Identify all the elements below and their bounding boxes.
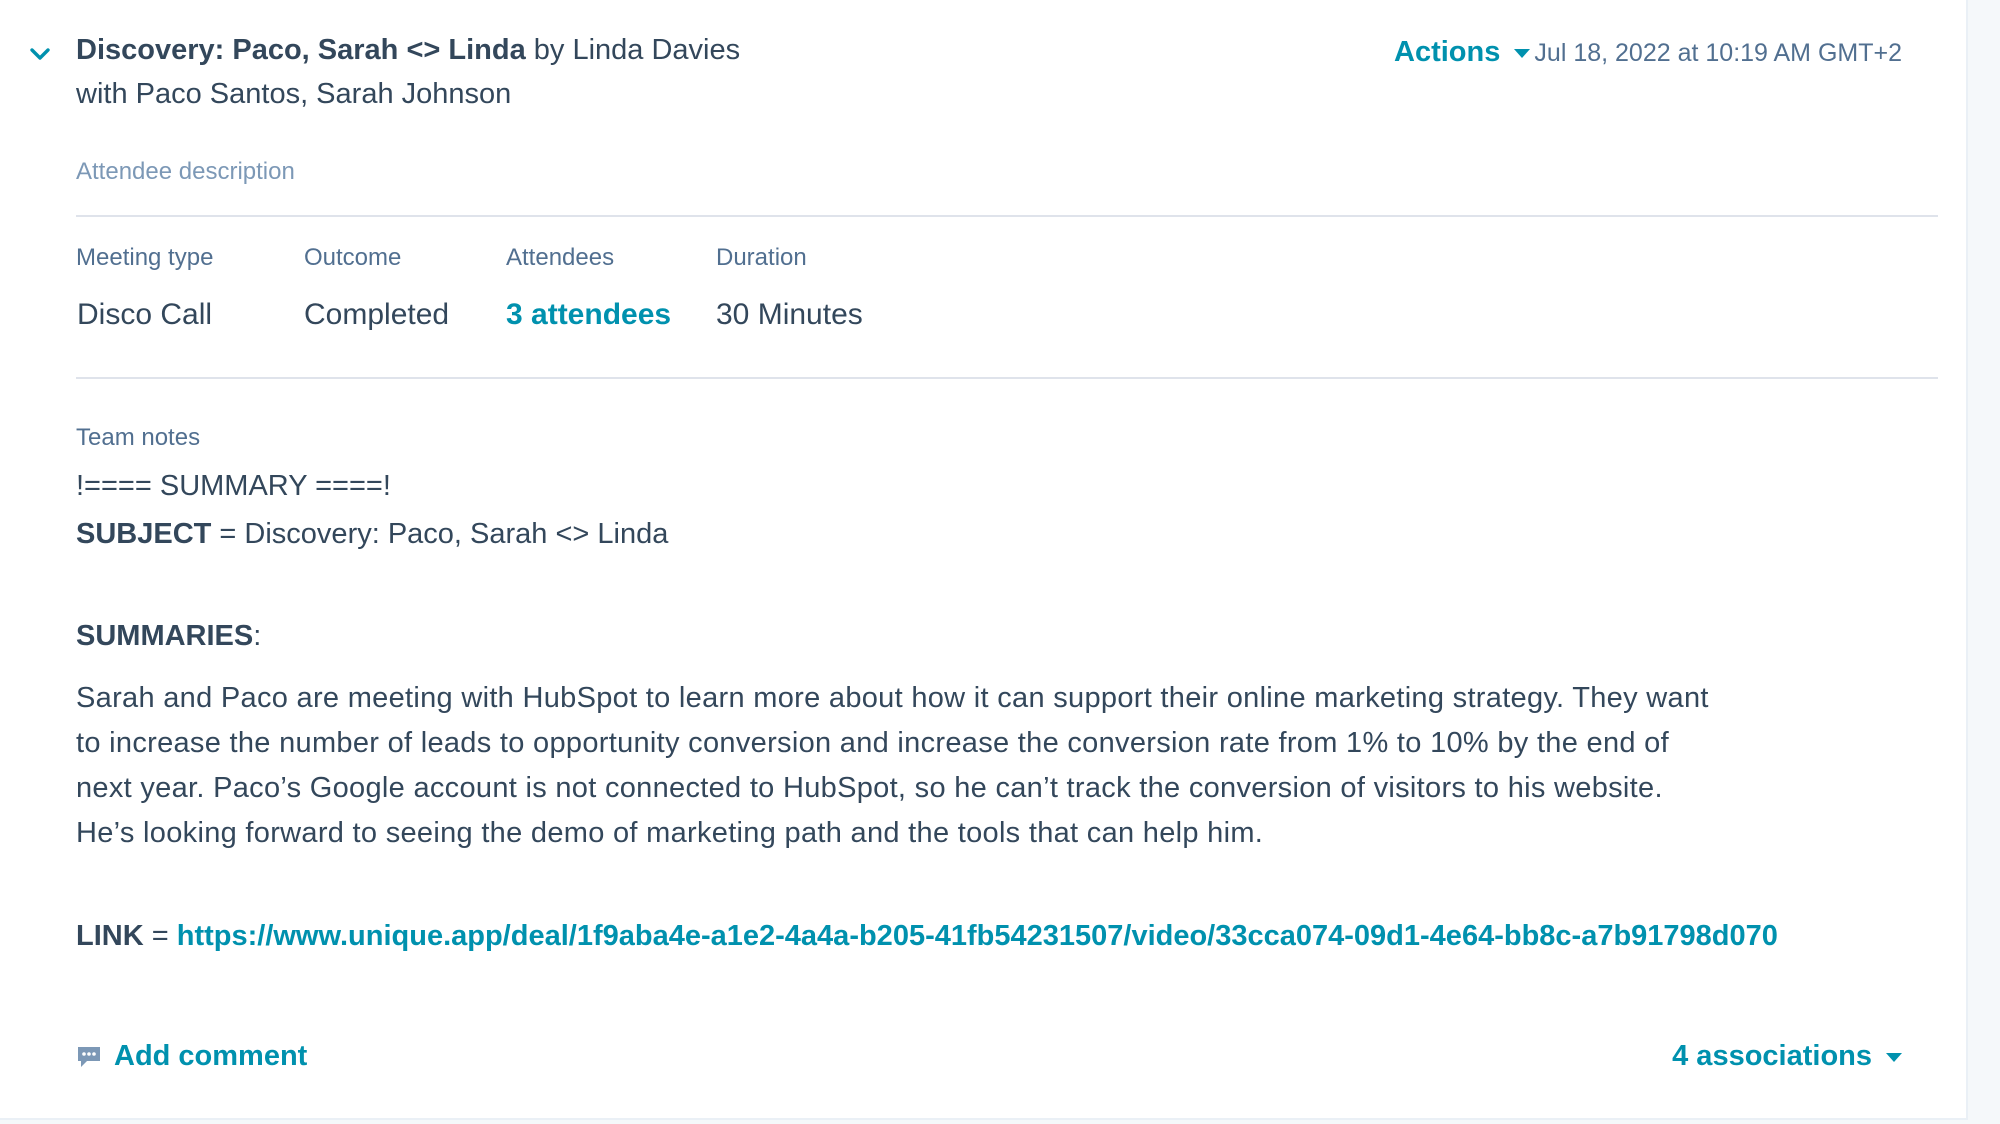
participants-line: with Paco Santos, Sarah Johnson — [76, 78, 512, 110]
meeting-activity-card: Discovery: Paco, Sarah <> Linda by Linda… — [0, 0, 1968, 1120]
comment-icon — [78, 1046, 100, 1067]
activity-timestamp: Jul 18, 2022 at 10:19 AM GMT+2 — [1534, 39, 1902, 67]
summary-line: He’s looking forward to seeing the demo … — [76, 817, 1264, 849]
link-separator: = — [143, 920, 177, 952]
summary-paragraph: Sarah and Paco are meeting with HubSpot … — [76, 676, 1876, 856]
attendees-label: Attendees — [506, 244, 615, 271]
summaries-heading: SUMMARIES: — [76, 620, 261, 653]
team-notes-label: Team notes — [76, 424, 201, 451]
associations-dropdown[interactable]: 4 associations — [1672, 1040, 1902, 1073]
actions-dropdown[interactable]: Actions — [1394, 34, 1531, 70]
meeting-type-value[interactable]: Disco Call — [77, 298, 212, 332]
summary-header: !==== SUMMARY ====! — [76, 470, 391, 502]
associations-label: 4 associations — [1672, 1040, 1872, 1072]
duration-label: Duration — [716, 244, 807, 271]
chevron-down-icon[interactable] — [28, 42, 52, 66]
by-prefix: by — [525, 34, 573, 66]
subject-key: SUBJECT — [76, 518, 212, 550]
attendee-description-label: Attendee description — [76, 158, 295, 185]
summary-line: to increase the number of leads to oppor… — [76, 727, 1669, 759]
summary-line: next year. Paco’s Google account is not … — [76, 772, 1663, 804]
add-comment-button[interactable]: Add comment — [76, 1040, 307, 1073]
activity-title: Discovery: Paco, Sarah <> Linda by Linda… — [76, 32, 740, 68]
subject-line: SUBJECT = Discovery: Paco, Sarah <> Lind… — [76, 518, 668, 551]
summaries-colon: : — [253, 620, 262, 652]
summary-line: Sarah and Paco are meeting with HubSpot … — [76, 682, 1709, 714]
summaries-key: SUMMARIES — [76, 620, 254, 652]
meeting-type-label: Meeting type — [76, 244, 214, 271]
divider-bottom — [76, 377, 1938, 379]
caret-down-icon — [1514, 48, 1531, 58]
video-link[interactable]: https://www.unique.app/deal/1f9aba4e-a1e… — [177, 920, 1778, 952]
caret-down-icon — [1886, 1053, 1902, 1062]
subject-value: Discovery: Paco, Sarah <> Linda — [244, 518, 669, 550]
add-comment-label: Add comment — [114, 1040, 308, 1072]
attendees-link[interactable]: 3 attendees — [506, 298, 671, 332]
outcome-value[interactable]: Completed — [304, 298, 449, 332]
outcome-label: Outcome — [304, 244, 402, 271]
link-key: LINK — [76, 920, 144, 952]
actions-label: Actions — [1394, 36, 1501, 68]
divider-top — [76, 215, 1938, 217]
duration-value[interactable]: 30 Minutes — [716, 298, 863, 332]
author-name: Linda Davies — [572, 34, 741, 66]
link-line: LINK = https://www.unique.app/deal/1f9ab… — [76, 920, 1778, 953]
subject-separator: = — [211, 518, 245, 550]
meeting-subject[interactable]: Discovery: Paco, Sarah <> Linda — [76, 34, 526, 66]
